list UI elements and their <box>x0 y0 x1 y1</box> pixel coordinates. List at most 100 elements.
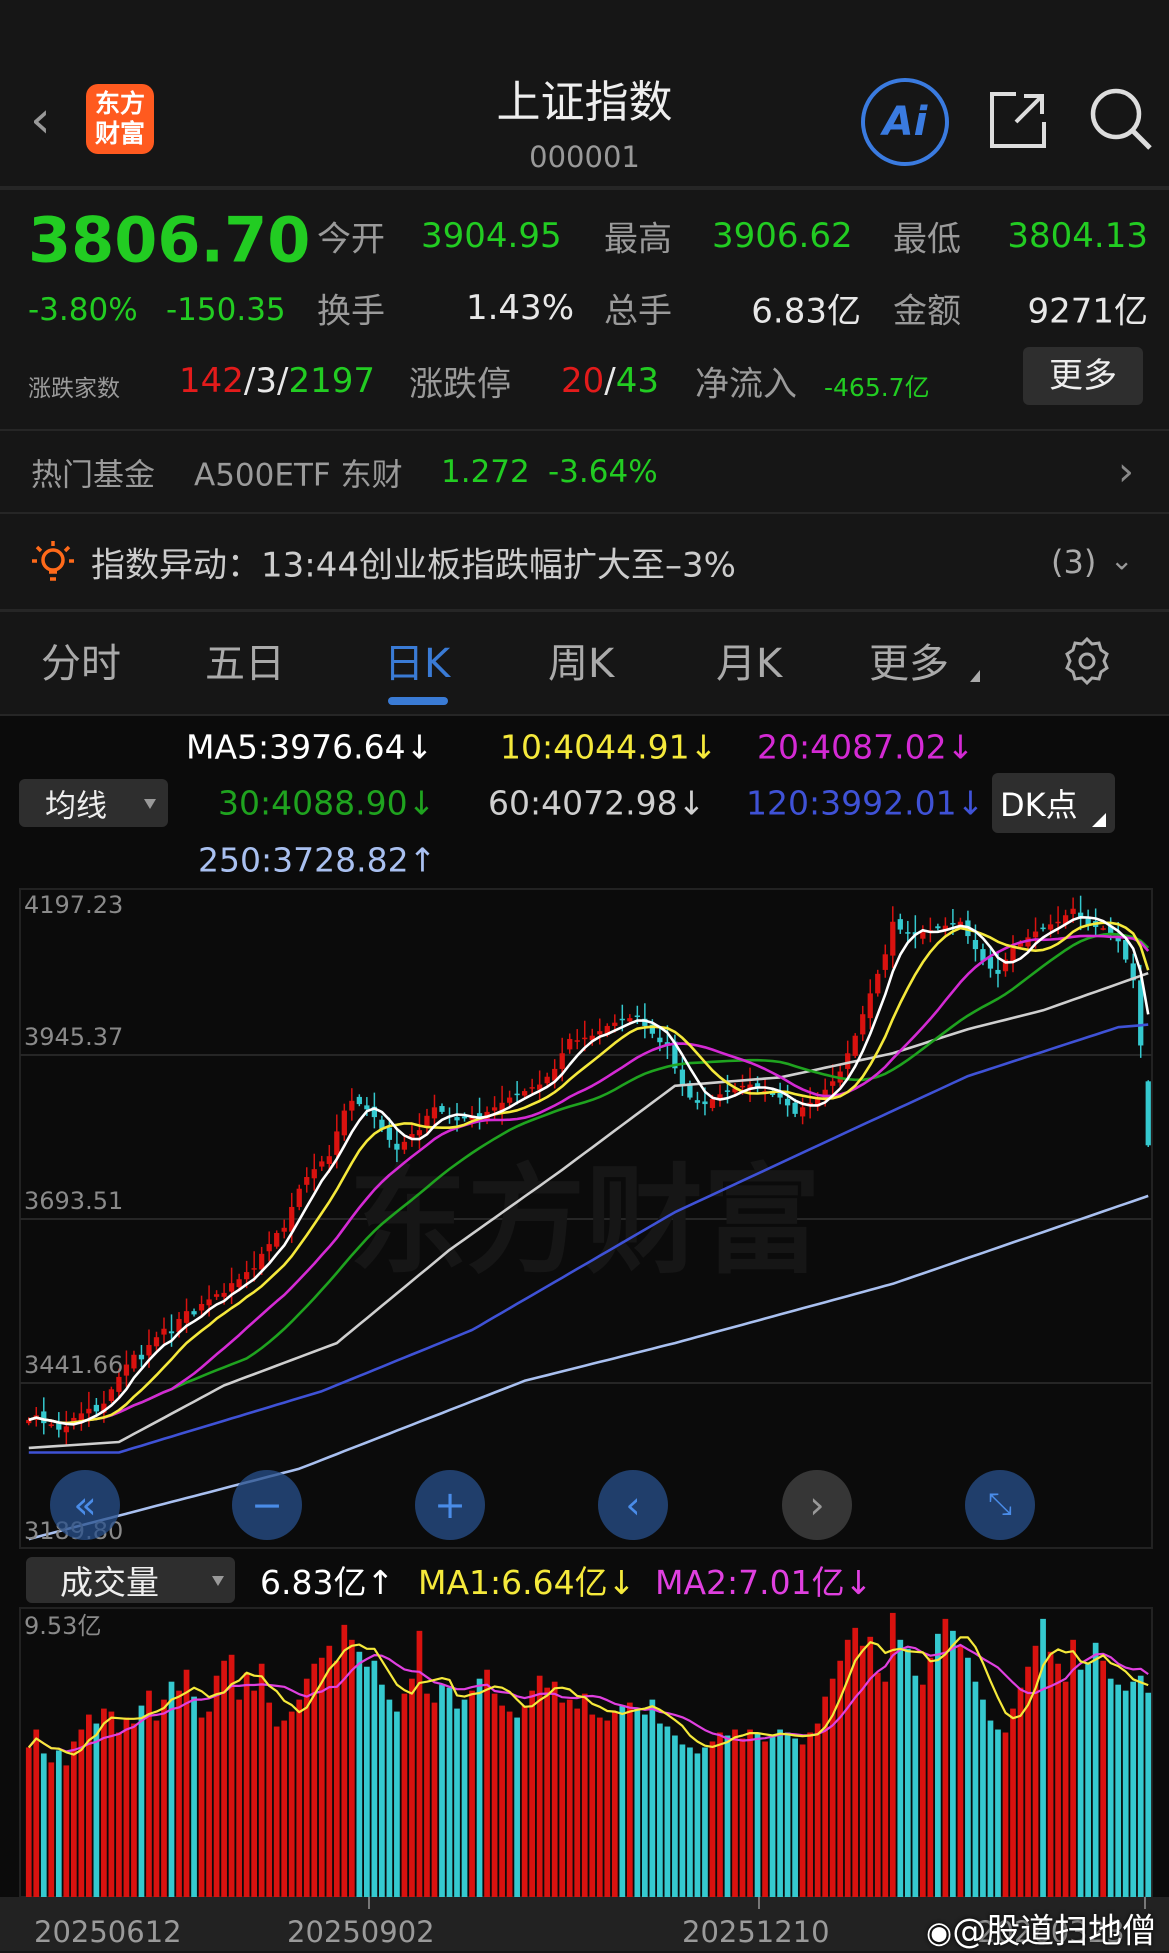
x-axis-label: 20250612 <box>34 1915 182 1949</box>
volume-bar <box>401 1693 408 1897</box>
candle-body <box>845 1053 851 1069</box>
volume-bar <box>792 1738 798 1897</box>
volume-bar <box>1002 1732 1009 1897</box>
volume-bar <box>777 1729 783 1897</box>
kline-chart[interactable]: 东方财富4197.233945.373693.513441.663189.809… <box>0 0 1169 1951</box>
candle-body <box>259 1253 265 1270</box>
candle-body <box>694 1100 701 1103</box>
candle-body <box>491 1107 498 1111</box>
volume-bar <box>243 1672 250 1897</box>
candle-body <box>326 1156 332 1164</box>
candle-body <box>439 1106 445 1112</box>
candle-body <box>619 1018 625 1021</box>
candle-body <box>784 1098 791 1106</box>
candle-body <box>86 1408 92 1414</box>
candle-body <box>63 1426 69 1433</box>
volume-bar <box>965 1657 971 1897</box>
candle-body <box>582 1037 588 1040</box>
candle-body <box>281 1227 287 1232</box>
volume-bar <box>551 1681 558 1897</box>
volume-bar <box>236 1699 242 1897</box>
candle-body <box>206 1299 212 1306</box>
candle-body <box>228 1283 235 1292</box>
candle-body <box>251 1268 257 1270</box>
volume-bar <box>281 1720 288 1897</box>
candle-body <box>724 1090 731 1092</box>
volume-bar <box>626 1702 633 1897</box>
candle-body <box>995 969 1001 974</box>
chart-watermark: 东方财富 <box>349 1152 821 1290</box>
volume-bar <box>897 1639 904 1897</box>
fullscreen-button[interactable]: ⤡ <box>965 1470 1035 1540</box>
candle-body <box>702 1101 708 1105</box>
volume-bar <box>529 1690 536 1897</box>
volume-bar <box>1092 1642 1099 1897</box>
volume-bar <box>55 1750 62 1897</box>
volume-bar <box>1062 1681 1069 1897</box>
candle-body <box>341 1110 347 1136</box>
volume-bar <box>611 1711 618 1897</box>
volume-bar <box>1055 1663 1061 1897</box>
volume-bar <box>762 1741 768 1897</box>
candle-body <box>304 1177 310 1185</box>
volume-bar <box>799 1744 806 1897</box>
volume-bar <box>454 1708 460 1897</box>
candle-body <box>897 919 903 930</box>
x-axis-label: 20250902 <box>287 1915 435 1949</box>
candle-body <box>364 1105 370 1110</box>
candle-body <box>830 1081 836 1086</box>
candle-body <box>657 1037 663 1043</box>
candle-body <box>198 1303 205 1311</box>
y-axis-label: 3693.51 <box>24 1187 123 1215</box>
candle-body <box>634 1015 640 1018</box>
candle-body <box>882 954 888 970</box>
volume-bar <box>266 1702 273 1897</box>
weibo-icon: ◉ <box>926 1915 953 1951</box>
volume-bar <box>48 1762 55 1897</box>
volume-bar <box>116 1732 122 1897</box>
candle-body <box>161 1328 167 1335</box>
volume-bar <box>950 1630 956 1897</box>
volume-bar <box>191 1696 197 1897</box>
candle-body <box>1055 921 1061 924</box>
candle-body <box>319 1161 325 1167</box>
volume-bar <box>679 1744 686 1897</box>
candle-body <box>431 1107 438 1119</box>
scroll-to-start-button[interactable]: « <box>50 1470 120 1540</box>
volume-bar <box>40 1753 47 1897</box>
volume-bar <box>596 1717 603 1897</box>
zoom-in-button[interactable]: + <box>415 1470 485 1540</box>
volume-bar <box>296 1699 303 1897</box>
volume-bar <box>784 1732 791 1897</box>
zoom-out-button[interactable]: − <box>232 1470 302 1540</box>
volume-bar <box>221 1660 227 1897</box>
volume-bar <box>957 1645 964 1897</box>
volume-bar <box>469 1690 475 1897</box>
volume-bar <box>273 1726 280 1897</box>
volume-bar <box>581 1693 588 1897</box>
volume-bar <box>641 1714 648 1897</box>
volume-bar <box>559 1702 566 1897</box>
volume-bar <box>980 1699 986 1897</box>
volume-bar <box>657 1723 663 1897</box>
volume-bar <box>634 1708 641 1897</box>
scroll-left-button[interactable]: ‹ <box>598 1470 668 1540</box>
volume-bar <box>754 1732 761 1897</box>
volume-bar <box>739 1738 746 1897</box>
scroll-right-button[interactable]: › <box>782 1470 852 1540</box>
candle-body <box>401 1141 408 1150</box>
candle-body <box>1077 912 1084 917</box>
candle-body <box>116 1376 122 1392</box>
candle-body <box>905 932 911 934</box>
volume-bar <box>687 1747 693 1897</box>
volume-bar <box>769 1735 776 1897</box>
volume-bar <box>386 1699 393 1897</box>
volume-bar <box>904 1648 911 1897</box>
candle-body <box>935 926 941 929</box>
volume-bar <box>348 1639 355 1897</box>
volume-max-label: 9.53亿 <box>24 1612 101 1640</box>
volume-bar <box>1130 1681 1137 1897</box>
volume-bar <box>394 1711 400 1897</box>
y-axis-label: 3441.66 <box>24 1351 123 1379</box>
volume-bar <box>1100 1660 1107 1897</box>
